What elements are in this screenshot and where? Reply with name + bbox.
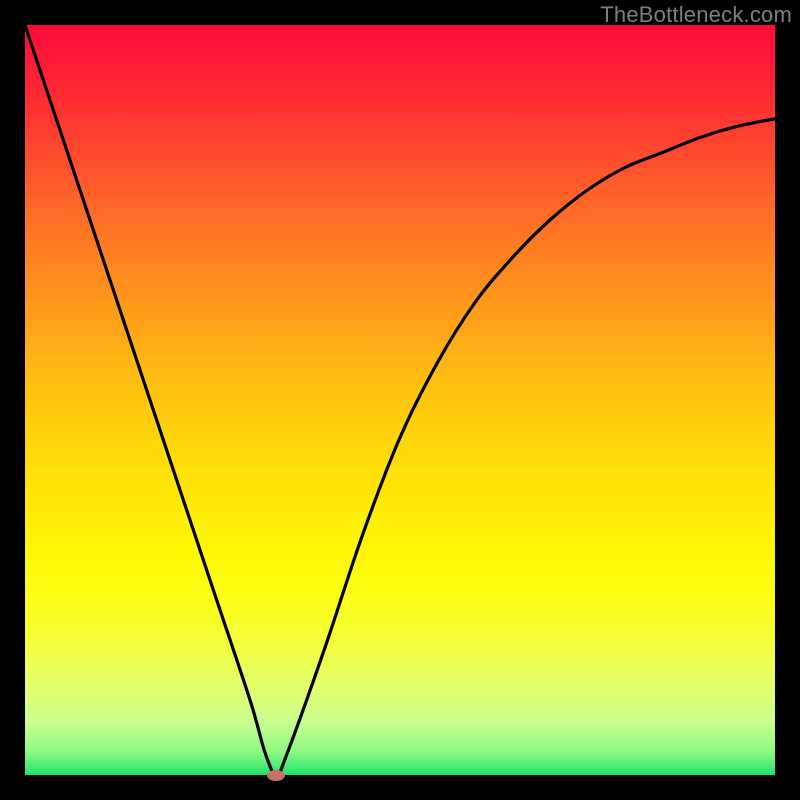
chart-container: TheBottleneck.com	[0, 0, 800, 800]
bottleneck-curve	[25, 25, 775, 775]
plot-area	[25, 25, 775, 775]
optimum-marker	[267, 770, 285, 781]
